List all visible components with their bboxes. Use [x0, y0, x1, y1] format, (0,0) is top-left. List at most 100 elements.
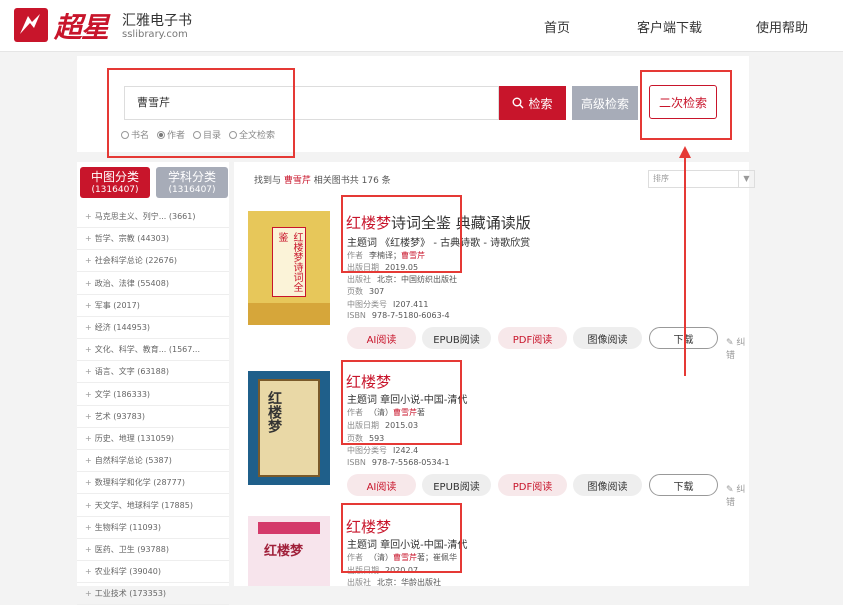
option-author[interactable]: 作者	[157, 128, 185, 141]
meta-value: 2019.05	[385, 263, 419, 272]
correct-error-link[interactable]: ✎ 纠错	[726, 482, 749, 508]
category-item[interactable]: + 军事 (2017)	[77, 295, 229, 317]
expand-icon[interactable]: +	[85, 589, 92, 598]
category-item[interactable]: + 语言、文字 (63188)	[77, 361, 229, 384]
nav-help[interactable]: 使用帮助	[756, 17, 808, 36]
book-isbn: ISBN 978-7-5180-6063-4	[347, 311, 450, 320]
expand-icon[interactable]: +	[85, 212, 92, 221]
expand-icon[interactable]: +	[85, 234, 92, 243]
author-plain: （清）	[369, 553, 393, 562]
meta-label: 中图分类号	[347, 446, 387, 455]
ai-read-button[interactable]: AI阅读	[347, 474, 416, 496]
category-item[interactable]: + 社会科学总论 (22676)	[77, 250, 229, 273]
meta-value: 978-7-5180-6063-4	[371, 311, 450, 320]
epub-read-button[interactable]: EPUB阅读	[422, 474, 491, 496]
expand-icon[interactable]: +	[85, 478, 92, 487]
category-item[interactable]: + 文化、科学、教育... (1567...	[77, 339, 229, 362]
category-item[interactable]: + 经济 (144953)	[77, 317, 229, 339]
meta-label: 作者	[347, 553, 363, 562]
book-cover[interactable]: 红楼梦	[248, 371, 330, 485]
expand-icon[interactable]: +	[85, 345, 92, 354]
radio-icon	[121, 130, 129, 139]
advanced-search-button[interactable]: 高级检索	[572, 86, 638, 120]
pdf-read-button[interactable]: PDF阅读	[498, 474, 567, 496]
book-isbn: ISBN 978-7-5568-0534-1	[347, 458, 450, 467]
author-plain: （清）	[369, 408, 393, 417]
tab-subject-classification[interactable]: 学科分类 (1316407)	[156, 167, 228, 198]
expand-icon[interactable]: +	[85, 523, 92, 532]
edit-icon: ✎	[726, 485, 734, 495]
category-item[interactable]: + 政治、法律 (55408)	[77, 273, 229, 295]
brand-url: sslibrary.com	[122, 29, 188, 40]
option-fulltext[interactable]: 全文检索	[229, 128, 275, 141]
expand-icon[interactable]: +	[85, 367, 92, 376]
expand-icon[interactable]: +	[85, 323, 92, 332]
category-label: 医药、卫生 (93788)	[94, 545, 169, 554]
expand-icon[interactable]: +	[85, 456, 92, 465]
expand-icon[interactable]: +	[85, 390, 92, 399]
meta-value: 北京：中国纺织出版社	[377, 275, 457, 284]
book-cover[interactable]: 红楼梦	[248, 516, 330, 586]
category-item[interactable]: + 农业科学 (39040)	[77, 561, 229, 584]
author-link[interactable]: 曹雪芹	[393, 553, 417, 562]
book-title[interactable]: 红楼梦诗词全鉴 典藏诵读版	[346, 212, 531, 233]
expand-icon[interactable]: +	[85, 412, 92, 421]
secondary-search-button[interactable]: 二次检索	[649, 85, 717, 119]
category-item[interactable]: + 天文学、地球科学 (17885)	[77, 495, 229, 517]
category-label: 自然科学总论 (5387)	[94, 456, 172, 466]
nav-home[interactable]: 首页	[544, 17, 570, 36]
book-cover[interactable]: 红楼梦诗词全鉴	[248, 211, 330, 325]
expand-icon[interactable]: +	[85, 279, 92, 288]
pdf-read-button[interactable]: PDF阅读	[498, 327, 567, 349]
correct-error-link[interactable]: ✎ 纠错	[726, 335, 749, 361]
option-title[interactable]: 书名	[121, 128, 149, 141]
book-title[interactable]: 红楼梦	[346, 516, 391, 537]
category-item[interactable]: + 数理科学和化学 (28777)	[77, 472, 229, 495]
image-read-button[interactable]: 图像阅读	[573, 327, 642, 349]
option-label: 目录	[203, 131, 222, 141]
author-link[interactable]: 曹雪芹	[401, 251, 425, 260]
category-label: 文学 (186333)	[94, 389, 151, 399]
download-button[interactable]: 下载	[649, 474, 718, 496]
search-button[interactable]: 检索	[499, 86, 566, 120]
book-author: 作者 （清）曹雪芹著	[347, 407, 425, 418]
category-item[interactable]: + 文学 (186333)	[77, 384, 229, 406]
expand-icon[interactable]: +	[85, 545, 92, 554]
epub-read-button[interactable]: EPUB阅读	[422, 327, 491, 349]
nav-client-download[interactable]: 客户端下载	[637, 17, 702, 36]
category-item[interactable]: + 医药、卫生 (93788)	[77, 539, 229, 561]
meta-label: 中图分类号	[347, 300, 387, 309]
option-toc[interactable]: 目录	[193, 128, 221, 141]
expand-icon[interactable]: +	[85, 501, 92, 510]
book-author: 作者 李楠译；曹雪芹	[347, 250, 425, 261]
expand-icon[interactable]: +	[85, 256, 92, 265]
ai-read-button[interactable]: AI阅读	[347, 327, 416, 349]
tab-clc-classification[interactable]: 中图分类 (1316407)	[80, 167, 150, 198]
book-date: 出版日期 2019.05	[347, 262, 418, 273]
logo-text[interactable]: 超星	[54, 6, 109, 46]
image-read-button[interactable]: 图像阅读	[573, 474, 642, 496]
author-link[interactable]: 曹雪芹	[393, 408, 417, 417]
results-summary: 找到与 曹雪芹 相关图书共 176 条	[254, 173, 391, 186]
meta-value: I242.4	[393, 446, 419, 455]
category-item[interactable]: + 历史、地理 (131059)	[77, 428, 229, 450]
book-publisher: 出版社 北京：中国纺织出版社	[347, 274, 457, 285]
logo-icon[interactable]	[14, 8, 48, 42]
category-item[interactable]: + 生物科学 (11093)	[77, 517, 229, 539]
search-field-options: 书名 作者 目录 全文检索	[121, 128, 275, 141]
meta-label: ISBN	[347, 458, 366, 467]
category-item[interactable]: + 自然科学总论 (5387)	[77, 450, 229, 473]
category-item[interactable]: + 哲学、宗教 (44303)	[77, 228, 229, 251]
expand-icon[interactable]: +	[85, 301, 92, 310]
category-item[interactable]: + 工业技术 (173353)	[77, 583, 229, 605]
category-label: 历史、地理 (131059)	[94, 434, 175, 443]
search-input[interactable]: 曹雪芹	[124, 86, 499, 120]
expand-icon[interactable]: +	[85, 567, 92, 576]
expand-icon[interactable]: +	[85, 434, 92, 443]
category-item[interactable]: + 艺术 (93783)	[77, 406, 229, 428]
meta-label: 出版社	[347, 275, 371, 284]
meta-value: 978-7-5568-0534-1	[371, 458, 450, 467]
book-title[interactable]: 红楼梦	[346, 371, 391, 392]
category-item[interactable]: + 马克思主义、列宁... (3661)	[77, 206, 229, 228]
category-label: 数理科学和化学 (28777)	[94, 478, 185, 488]
